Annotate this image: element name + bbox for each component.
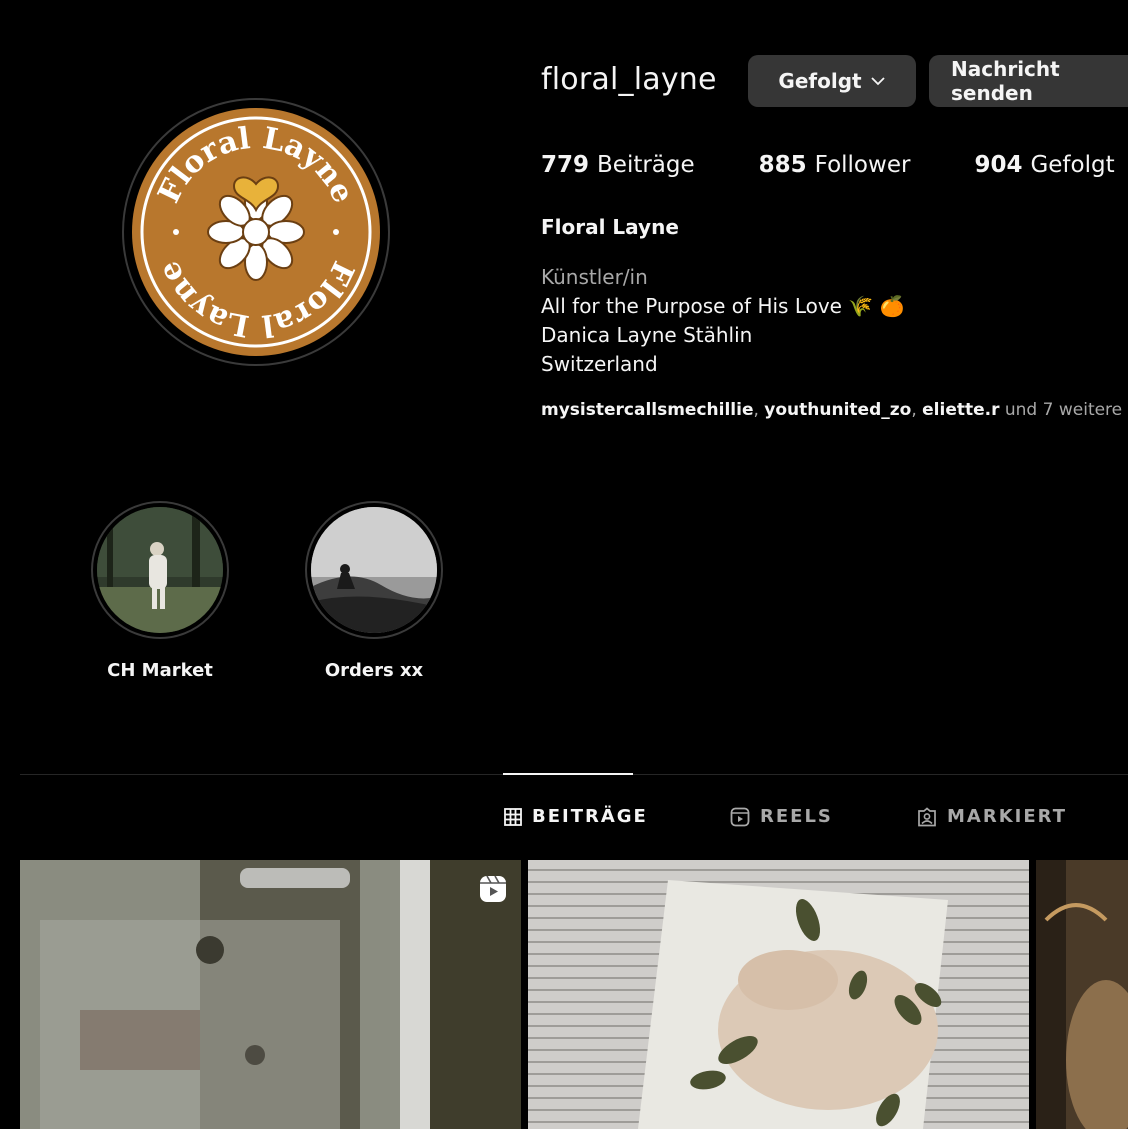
post-tile[interactable] (1036, 860, 1128, 1129)
followers-stat[interactable]: 885 Follower (759, 152, 911, 178)
posts-stat[interactable]: 779 Beiträge (541, 152, 695, 178)
profile-full-name: Floral Layne (541, 215, 679, 239)
tab-posts[interactable]: BEITRÄGE (504, 806, 648, 827)
post-tile[interactable] (20, 860, 521, 1129)
grid-icon (504, 807, 522, 826)
send-message-button[interactable]: Nachricht senden (929, 55, 1128, 107)
following-stat[interactable]: 904 Gefolgt (974, 152, 1114, 178)
highlight-thumbnail (97, 507, 223, 633)
bio-line: All for the Purpose of His Love 🌾 🍊 (541, 294, 905, 318)
followed-by-rest: und 7 weitere Perso (1004, 400, 1128, 420)
tab-reels[interactable]: REELS (730, 806, 833, 827)
followed-by-user[interactable]: eliette.r (922, 400, 999, 420)
highlight-ch-market[interactable] (91, 501, 229, 639)
chevron-down-icon (870, 77, 885, 86)
bio-line: Switzerland (541, 352, 658, 376)
profile-avatar-ring[interactable]: Floral Layne Floral Layne (122, 98, 390, 366)
profile-username: floral_layne (541, 62, 717, 97)
profile-category: Künstler/in (541, 265, 648, 289)
tab-label: MARKIERT (947, 806, 1067, 827)
reel-badge-icon (480, 875, 506, 902)
profile-stats: 779 Beiträge 885 Follower 904 Gefolgt (541, 152, 1128, 178)
post-tile[interactable] (528, 860, 1029, 1129)
following-count: 904 (974, 152, 1023, 178)
active-tab-indicator (503, 773, 633, 775)
highlight-orders[interactable] (305, 501, 443, 639)
followers-count: 885 (758, 152, 807, 178)
tagged-icon (918, 806, 936, 826)
bio-line: Danica Layne Stählin (541, 323, 753, 347)
profile-avatar[interactable]: Floral Layne Floral Layne (132, 108, 380, 356)
posts-count: 779 (541, 152, 590, 178)
following-label: Gefolgt (1030, 152, 1115, 178)
following-button[interactable]: Gefolgt (748, 55, 916, 107)
followed-by[interactable]: mysistercallsmechillie, youthunited_zo, … (541, 400, 1128, 420)
tab-label: REELS (760, 806, 833, 827)
post-image (1036, 860, 1128, 1129)
followed-by-user[interactable]: mysistercallsmechillie (541, 400, 753, 420)
send-message-label: Nachricht senden (951, 57, 1060, 105)
reels-icon (730, 807, 750, 826)
highlight-label: Orders xx (324, 660, 424, 681)
highlight-thumbnail (311, 507, 437, 633)
followed-by-user[interactable]: youthunited_zo (764, 400, 911, 420)
following-button-label: Gefolgt (778, 69, 862, 93)
followers-label: Follower (814, 152, 911, 178)
tab-tagged[interactable]: MARKIERT (917, 806, 1067, 827)
post-image (528, 860, 1029, 1129)
highlight-label: CH Market (107, 660, 213, 681)
tab-label: BEITRÄGE (532, 806, 648, 827)
posts-label: Beiträge (597, 152, 695, 178)
floral-layne-logo: Floral Layne Floral Layne (140, 116, 372, 348)
post-image (20, 860, 521, 1129)
